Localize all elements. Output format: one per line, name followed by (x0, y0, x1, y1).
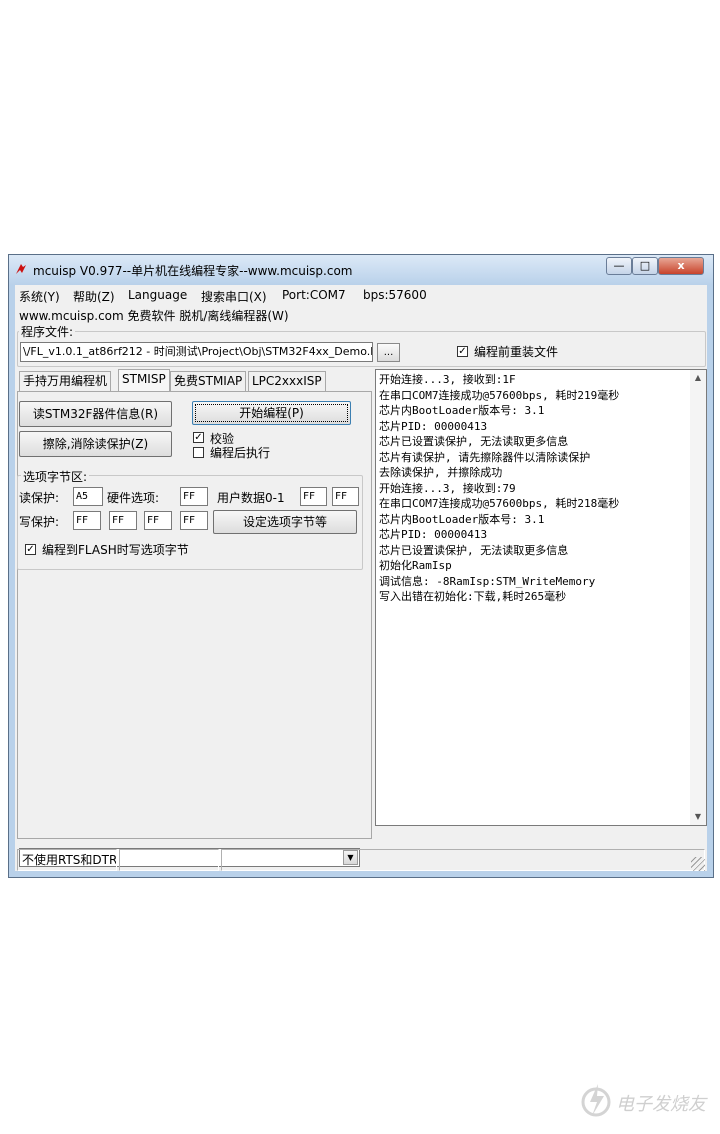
tab-free-stmiap[interactable]: 免费STMIAP (170, 371, 247, 391)
menu-search-port[interactable]: 搜索串口(X) (201, 288, 267, 305)
hardware-option-label: 硬件选项: (107, 491, 160, 505)
write-protect-3-input[interactable]: FF (180, 511, 208, 530)
menu-system[interactable]: 系统(Y) (19, 288, 60, 305)
user-data-0-input[interactable]: FF (300, 487, 327, 506)
close-button[interactable]: x (658, 257, 704, 275)
hardware-option-input[interactable]: FF (180, 487, 208, 506)
run-after-program-label: 编程后执行 (210, 446, 271, 460)
write-protect-1-input[interactable]: FF (109, 511, 137, 530)
write-option-bytes-checkbox[interactable]: ✓ (25, 544, 36, 555)
offline-programmer-link[interactable]: www.mcuisp.com 免费软件 脱机/离线编程器(W) (19, 307, 289, 324)
log-scrollbar[interactable]: ▲ ▼ (690, 370, 706, 825)
reload-before-program-label: 编程前重装文件 (474, 345, 559, 359)
log-line: 芯片PID: 00000413 (379, 528, 488, 541)
menu-bar: 系统(Y) 帮助(Z) Language 搜索串口(X) Port:COM7 b… (15, 285, 707, 305)
output-log[interactable]: 开始连接...3, 接收到:1F 在串口COM7连接成功@57600bps, 耗… (375, 369, 707, 826)
user-data-1-input[interactable]: FF (332, 487, 359, 506)
log-line: 芯片有读保护, 请先擦除器件以清除读保护 (379, 450, 591, 464)
log-line: 写入出错在初始化:下载,耗时265毫秒 (379, 590, 567, 603)
log-line: 在串口COM7连接成功@57600bps, 耗时219毫秒 (379, 388, 620, 402)
log-line: 开始连接...3, 接收到:79 (379, 481, 516, 495)
read-device-info-button[interactable]: 读STM32F器件信息(R) (19, 401, 172, 427)
log-line: 开始连接...3, 接收到:1F (379, 373, 516, 386)
status-cell (221, 849, 705, 871)
app-icon (16, 264, 26, 274)
status-cell (119, 849, 219, 871)
menu-port[interactable]: Port:COM7 (282, 288, 346, 302)
log-line: 在串口COM7连接成功@57600bps, 耗时218毫秒 (379, 497, 620, 510)
write-protect-0-input[interactable]: FF (73, 511, 101, 530)
watermark: 电子发烧友 (576, 1080, 706, 1120)
write-protect-2-input[interactable]: FF (144, 511, 172, 530)
reload-before-program-checkbox[interactable]: ✓ (457, 346, 468, 357)
program-file-path-input[interactable]: \/FL_v1.0.1_at86rf212 - 时间测试\Project\Obj… (20, 342, 373, 362)
watermark-logo (581, 1084, 611, 1117)
window-title: mcuisp V0.977--单片机在线编程专家--www.mcuisp.com (33, 264, 353, 278)
log-line: 调试信息: -8RamIsp:STM_WriteMemory (379, 574, 596, 588)
user-data-label: 用户数据0-1 (217, 491, 285, 505)
tab-stmisp[interactable]: STMISP (118, 369, 170, 392)
minimize-icon: — (613, 259, 625, 272)
maximize-button[interactable]: □ (632, 257, 658, 275)
scroll-down-icon[interactable]: ▼ (690, 809, 706, 825)
erase-read-protect-button[interactable]: 擦除,消除读保护(Z) (19, 431, 172, 457)
status-bar (15, 847, 707, 873)
read-protect-label: 读保护: (19, 491, 60, 505)
maximize-icon: □ (639, 259, 651, 272)
menu-language[interactable]: Language (128, 288, 187, 302)
close-icon: x (677, 259, 685, 272)
read-protect-input[interactable]: A5 (73, 487, 103, 506)
write-protect-label: 写保护: (19, 515, 60, 529)
option-bytes-label: 选项字节区: (21, 468, 90, 485)
browse-file-button[interactable]: ... (377, 343, 400, 362)
verify-checkbox[interactable]: ✓ (193, 432, 204, 443)
status-cell (17, 849, 117, 871)
set-option-bytes-button[interactable]: 设定选项字节等 (213, 510, 357, 534)
stmisp-panel (17, 391, 372, 839)
log-line: 芯片PID: 00000413 (379, 419, 488, 433)
watermark-text: 电子发烧友 (616, 1094, 706, 1115)
tab-lpc2xxxisp[interactable]: LPC2xxxISP (248, 371, 326, 391)
tab-handheld-programmer[interactable]: 手持万用编程机 (19, 371, 112, 391)
minimize-button[interactable]: — (606, 257, 632, 275)
log-line: 去除读保护, 并擦除成功 (379, 466, 503, 479)
log-lines: 开始连接...3, 接收到:1F 在串口COM7连接成功@57600bps, 耗… (379, 372, 619, 605)
log-line: 芯片内BootLoader版本号: 3.1 (379, 512, 545, 526)
start-programming-button[interactable]: 开始编程(P) (192, 401, 351, 425)
log-line: 芯片内BootLoader版本号: 3.1 (379, 404, 545, 417)
title-bar[interactable]: mcuisp V0.977--单片机在线编程专家--www.mcuisp.com… (9, 255, 713, 285)
menu-bps[interactable]: bps:57600 (363, 288, 427, 302)
log-line: 芯片已设置读保护, 无法读取更多信息 (379, 435, 569, 448)
scroll-up-icon[interactable]: ▲ (690, 370, 706, 386)
write-option-bytes-label: 编程到FLASH时写选项字节 (42, 543, 189, 557)
resize-grip-icon[interactable] (691, 857, 705, 871)
menu-help[interactable]: 帮助(Z) (73, 288, 115, 305)
program-file-label: 程序文件: (19, 323, 76, 340)
run-after-program-checkbox[interactable] (193, 447, 204, 458)
log-line: 芯片已设置读保护, 无法读取更多信息 (379, 543, 569, 557)
client-area: 系统(Y) 帮助(Z) Language 搜索串口(X) Port:COM7 b… (15, 285, 707, 871)
log-line: 初始化RamIsp (379, 559, 452, 572)
main-window: mcuisp V0.977--单片机在线编程专家--www.mcuisp.com… (8, 254, 714, 878)
